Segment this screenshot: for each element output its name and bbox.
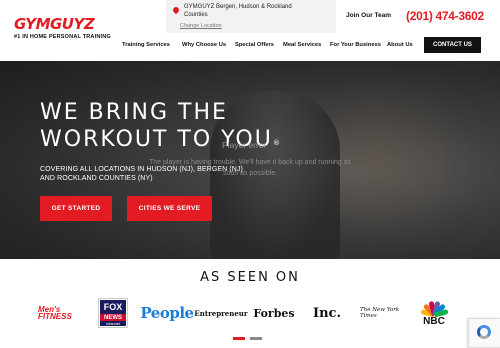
nav-for-your-business[interactable]: For Your Business — [330, 42, 381, 48]
logo-wordmark: GYMGUYZ — [14, 15, 95, 33]
nbc-peacock-icon — [420, 299, 449, 318]
forbes-logo: Forbes — [253, 306, 295, 320]
nav-meal-services[interactable]: Meal Services — [283, 42, 321, 48]
recaptcha-badge[interactable] — [468, 318, 500, 348]
video-player-error-title: Player error — [222, 140, 267, 150]
get-started-button[interactable]: GET STARTED — [40, 196, 112, 221]
entrepreneur-logo: Entrepreneur — [194, 308, 248, 318]
carousel-dot[interactable] — [250, 337, 262, 340]
nav-training-services[interactable]: Training Services — [122, 42, 170, 48]
phone-link[interactable]: (201) 474-3602 — [406, 9, 484, 23]
fox-news-logo-top: FOX — [100, 300, 126, 314]
cities-we-serve-button[interactable]: CITIES WE SERVE — [127, 196, 212, 221]
map-pin-icon — [171, 5, 181, 15]
site-logo[interactable]: GYMGUYZ #1 IN HOME PERSONAL TRAINING — [14, 16, 134, 40]
recaptcha-icon — [477, 325, 491, 339]
change-location-link[interactable]: Change Location — [180, 23, 222, 29]
nbc-wordmark: NBC — [423, 316, 445, 327]
nav-about-us[interactable]: About Us — [387, 42, 413, 48]
nbc-logo: NBC — [418, 296, 450, 330]
people-logo: People — [140, 304, 194, 322]
registered-mark: ® — [272, 139, 282, 147]
fox-news-logo: FOX NEWS channel — [98, 296, 128, 330]
hero-subtitle: COVERING ALL LOCATIONS IN HUDSON (NJ), B… — [40, 166, 243, 182]
join-team-link[interactable]: Join Our Team — [346, 12, 391, 19]
fox-news-logo-bottom: channel — [100, 321, 126, 326]
location-selector: GYMGUYZ Bergen, Hudson & Rockland Counti… — [166, 0, 336, 33]
location-name: GYMGUYZ Bergen, Hudson & Rockland Counti… — [184, 4, 292, 18]
carousel-dot-active[interactable] — [233, 337, 245, 340]
site-header: GYMGUYZ #1 IN HOME PERSONAL TRAINING GYM… — [0, 0, 500, 61]
hero-title-line1: WE BRING THE — [40, 100, 228, 125]
nav-special-offers[interactable]: Special Offers — [235, 42, 274, 48]
mens-fitness-logo-bottom: FITNESS — [38, 312, 72, 321]
as-seen-on-heading: AS SEEN ON — [200, 270, 300, 285]
new-york-times-logo: The New York Times — [360, 307, 400, 319]
logo-tagline: #1 IN HOME PERSONAL TRAINING — [14, 34, 111, 40]
mens-fitness-logo: Men's FITNESS — [38, 296, 80, 330]
hero-section: WE BRING THE WORKOUT TO YOU® Player erro… — [0, 61, 500, 259]
inc-logo: Inc. — [313, 305, 341, 321]
fox-news-badge: FOX NEWS channel — [98, 298, 128, 328]
nav-why-choose-us[interactable]: Why Choose Us — [182, 42, 226, 48]
contact-us-button[interactable]: CONTACT US — [424, 37, 481, 53]
